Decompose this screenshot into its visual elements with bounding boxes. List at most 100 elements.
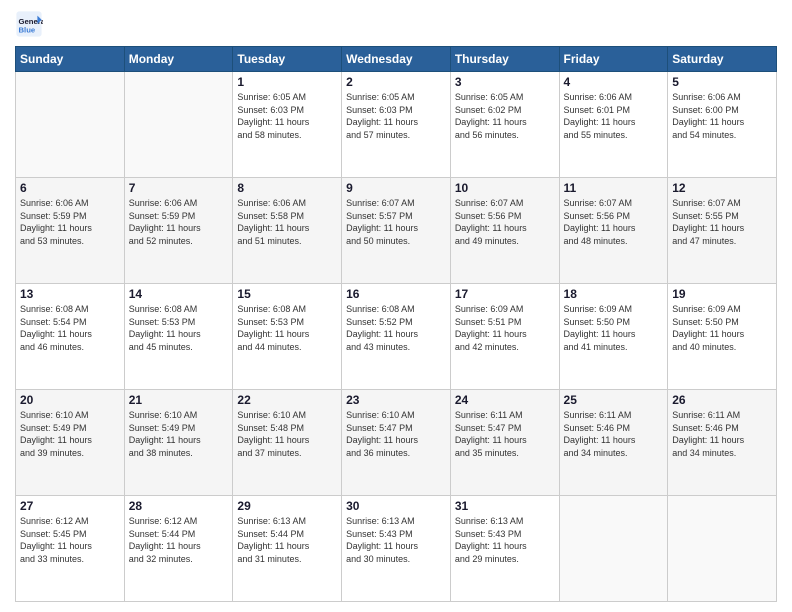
calendar-cell: 19 Sunrise: 6:09 AM Sunset: 5:50 PM Dayli…	[668, 284, 777, 390]
calendar-cell: 9 Sunrise: 6:07 AM Sunset: 5:57 PM Daylig…	[342, 178, 451, 284]
calendar-cell: 2 Sunrise: 6:05 AM Sunset: 6:03 PM Daylig…	[342, 72, 451, 178]
calendar-cell: 7Sunrise: 6:06 AM Sunset: 5:59 PM Daylig…	[124, 178, 233, 284]
day-number: 2	[346, 75, 446, 89]
day-info: Sunrise: 6:06 AM Sunset: 6:01 PM Dayligh…	[564, 91, 664, 141]
calendar-cell: 31 Sunrise: 6:13 AM Sunset: 5:43 PM Dayli…	[450, 496, 559, 602]
day-info: Sunrise: 6:05 AM Sunset: 6:03 PM Dayligh…	[346, 91, 446, 141]
day-info: Sunrise: 6:09 AM Sunset: 5:51 PM Dayligh…	[455, 303, 555, 353]
calendar-cell	[559, 496, 668, 602]
day-info: Sunrise: 6:07 AM Sunset: 5:57 PM Dayligh…	[346, 197, 446, 247]
day-number: 21	[129, 393, 229, 407]
day-info: Sunrise: 6:06 AM Sunset: 5:58 PM Dayligh…	[237, 197, 337, 247]
day-info: Sunrise: 6:10 AM Sunset: 5:48 PM Dayligh…	[237, 409, 337, 459]
calendar-cell: 10 Sunrise: 6:07 AM Sunset: 5:56 PM Dayli…	[450, 178, 559, 284]
calendar-week-4: 27 Sunrise: 6:12 AM Sunset: 5:45 PM Dayli…	[16, 496, 777, 602]
day-info: Sunrise: 6:08 AM Sunset: 5:54 PM Dayligh…	[20, 303, 120, 353]
day-number: 20	[20, 393, 120, 407]
col-header-thursday: Thursday	[450, 47, 559, 72]
day-info: Sunrise: 6:11 AM Sunset: 5:47 PM Dayligh…	[455, 409, 555, 459]
calendar-cell: 17 Sunrise: 6:09 AM Sunset: 5:51 PM Dayli…	[450, 284, 559, 390]
calendar-header-row: SundayMondayTuesdayWednesdayThursdayFrid…	[16, 47, 777, 72]
calendar-cell	[668, 496, 777, 602]
calendar-cell: 20 Sunrise: 6:10 AM Sunset: 5:49 PM Dayli…	[16, 390, 125, 496]
day-number: 24	[455, 393, 555, 407]
calendar-cell: 21Sunrise: 6:10 AM Sunset: 5:49 PM Dayli…	[124, 390, 233, 496]
day-number: 15	[237, 287, 337, 301]
day-number: 16	[346, 287, 446, 301]
day-number: 11	[564, 181, 664, 195]
day-info: Sunrise: 6:08 AM Sunset: 5:52 PM Dayligh…	[346, 303, 446, 353]
day-info: Sunrise: 6:06 AM Sunset: 5:59 PM Dayligh…	[129, 197, 229, 247]
day-number: 6	[20, 181, 120, 195]
calendar-cell: 29 Sunrise: 6:13 AM Sunset: 5:44 PM Dayli…	[233, 496, 342, 602]
day-info: Sunrise: 6:05 AM Sunset: 6:03 PM Dayligh…	[237, 91, 337, 141]
day-number: 25	[564, 393, 664, 407]
day-info: Sunrise: 6:06 AM Sunset: 6:00 PM Dayligh…	[672, 91, 772, 141]
day-number: 3	[455, 75, 555, 89]
day-number: 10	[455, 181, 555, 195]
day-number: 23	[346, 393, 446, 407]
day-info: Sunrise: 6:09 AM Sunset: 5:50 PM Dayligh…	[564, 303, 664, 353]
calendar-cell: 4 Sunrise: 6:06 AM Sunset: 6:01 PM Daylig…	[559, 72, 668, 178]
day-number: 22	[237, 393, 337, 407]
day-number: 26	[672, 393, 772, 407]
col-header-friday: Friday	[559, 47, 668, 72]
day-info: Sunrise: 6:06 AM Sunset: 5:59 PM Dayligh…	[20, 197, 120, 247]
calendar-cell: 6 Sunrise: 6:06 AM Sunset: 5:59 PM Daylig…	[16, 178, 125, 284]
day-info: Sunrise: 6:13 AM Sunset: 5:43 PM Dayligh…	[346, 515, 446, 565]
day-info: Sunrise: 6:10 AM Sunset: 5:47 PM Dayligh…	[346, 409, 446, 459]
day-info: Sunrise: 6:07 AM Sunset: 5:56 PM Dayligh…	[564, 197, 664, 247]
calendar-cell: 1 Sunrise: 6:05 AM Sunset: 6:03 PM Daylig…	[233, 72, 342, 178]
calendar-cell: 23 Sunrise: 6:10 AM Sunset: 5:47 PM Dayli…	[342, 390, 451, 496]
day-info: Sunrise: 6:12 AM Sunset: 5:45 PM Dayligh…	[20, 515, 120, 565]
col-header-wednesday: Wednesday	[342, 47, 451, 72]
calendar-week-1: 6 Sunrise: 6:06 AM Sunset: 5:59 PM Daylig…	[16, 178, 777, 284]
calendar-week-2: 13 Sunrise: 6:08 AM Sunset: 5:54 PM Dayli…	[16, 284, 777, 390]
day-number: 17	[455, 287, 555, 301]
day-number: 12	[672, 181, 772, 195]
day-number: 13	[20, 287, 120, 301]
day-number: 28	[129, 499, 229, 513]
day-info: Sunrise: 6:13 AM Sunset: 5:43 PM Dayligh…	[455, 515, 555, 565]
day-number: 14	[129, 287, 229, 301]
day-info: Sunrise: 6:11 AM Sunset: 5:46 PM Dayligh…	[672, 409, 772, 459]
day-number: 19	[672, 287, 772, 301]
day-number: 9	[346, 181, 446, 195]
day-number: 27	[20, 499, 120, 513]
day-number: 31	[455, 499, 555, 513]
col-header-sunday: Sunday	[16, 47, 125, 72]
day-number: 1	[237, 75, 337, 89]
day-info: Sunrise: 6:07 AM Sunset: 5:56 PM Dayligh…	[455, 197, 555, 247]
calendar-table: SundayMondayTuesdayWednesdayThursdayFrid…	[15, 46, 777, 602]
day-number: 4	[564, 75, 664, 89]
logo-icon: General Blue	[15, 10, 43, 38]
day-info: Sunrise: 6:12 AM Sunset: 5:44 PM Dayligh…	[129, 515, 229, 565]
day-info: Sunrise: 6:05 AM Sunset: 6:02 PM Dayligh…	[455, 91, 555, 141]
day-info: Sunrise: 6:10 AM Sunset: 5:49 PM Dayligh…	[20, 409, 120, 459]
calendar-cell: 24 Sunrise: 6:11 AM Sunset: 5:47 PM Dayli…	[450, 390, 559, 496]
calendar-cell	[124, 72, 233, 178]
calendar-cell: 25Sunrise: 6:11 AM Sunset: 5:46 PM Dayli…	[559, 390, 668, 496]
day-number: 5	[672, 75, 772, 89]
svg-text:Blue: Blue	[19, 25, 36, 34]
calendar-cell: 15 Sunrise: 6:08 AM Sunset: 5:53 PM Dayli…	[233, 284, 342, 390]
day-info: Sunrise: 6:08 AM Sunset: 5:53 PM Dayligh…	[237, 303, 337, 353]
col-header-saturday: Saturday	[668, 47, 777, 72]
calendar-cell: 18 Sunrise: 6:09 AM Sunset: 5:50 PM Dayli…	[559, 284, 668, 390]
day-info: Sunrise: 6:13 AM Sunset: 5:44 PM Dayligh…	[237, 515, 337, 565]
calendar-week-3: 20 Sunrise: 6:10 AM Sunset: 5:49 PM Dayli…	[16, 390, 777, 496]
calendar-cell: 11 Sunrise: 6:07 AM Sunset: 5:56 PM Dayli…	[559, 178, 668, 284]
calendar-cell	[16, 72, 125, 178]
col-header-tuesday: Tuesday	[233, 47, 342, 72]
calendar-cell: 22 Sunrise: 6:10 AM Sunset: 5:48 PM Dayli…	[233, 390, 342, 496]
col-header-monday: Monday	[124, 47, 233, 72]
calendar-cell: 26 Sunrise: 6:11 AM Sunset: 5:46 PM Dayli…	[668, 390, 777, 496]
calendar-cell: 12Sunrise: 6:07 AM Sunset: 5:55 PM Dayli…	[668, 178, 777, 284]
day-number: 29	[237, 499, 337, 513]
calendar-cell: 27 Sunrise: 6:12 AM Sunset: 5:45 PM Dayli…	[16, 496, 125, 602]
calendar-cell: 30Sunrise: 6:13 AM Sunset: 5:43 PM Dayli…	[342, 496, 451, 602]
day-info: Sunrise: 6:08 AM Sunset: 5:53 PM Dayligh…	[129, 303, 229, 353]
day-info: Sunrise: 6:09 AM Sunset: 5:50 PM Dayligh…	[672, 303, 772, 353]
day-number: 18	[564, 287, 664, 301]
calendar-cell: 3 Sunrise: 6:05 AM Sunset: 6:02 PM Daylig…	[450, 72, 559, 178]
